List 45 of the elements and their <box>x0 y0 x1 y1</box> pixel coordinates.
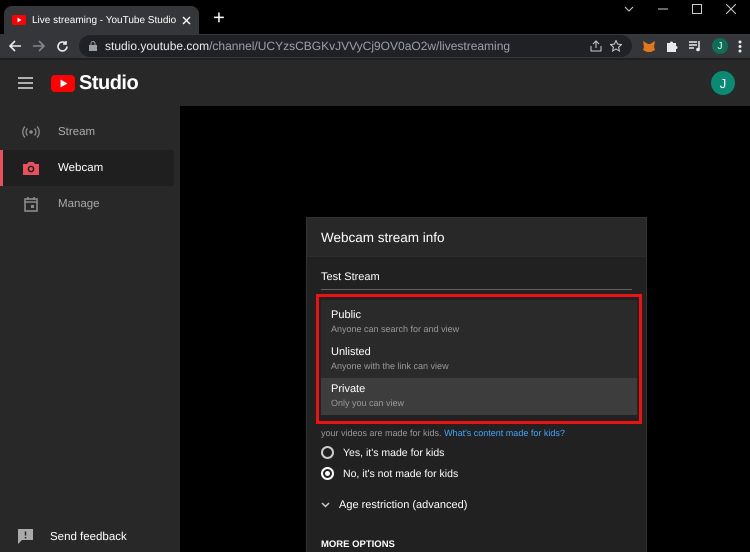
profile-avatar[interactable]: J <box>712 38 728 54</box>
sidebar-item[interactable]: Webcam <box>0 150 174 186</box>
kids-note-text: your videos are made for kids. What's content made for kids? <box>321 428 566 438</box>
back-arrow-icon[interactable] <box>8 40 22 52</box>
sidebar-item[interactable]: Manage <box>0 186 174 222</box>
more-options-heading: MORE OPTIONS <box>321 539 396 550</box>
browser-tab[interactable]: Live streaming - YouTube Studio <box>4 6 200 34</box>
camera-icon <box>23 161 39 175</box>
age-restriction-toggle[interactable]: Age restriction (advanced) <box>339 499 468 511</box>
radio-label[interactable]: Yes, it's made for kids <box>343 446 444 458</box>
visibility-option[interactable]: Public Anyone can search for and view <box>321 304 637 341</box>
address-bar[interactable]: studio.youtube.com/channel/UCYzsCBGKvJVVyCj9OV0aO2w/livestreaming <box>79 35 632 57</box>
visibility-option[interactable]: Private Only you can view <box>321 378 637 415</box>
dialog-title: Webcam stream info <box>321 230 445 244</box>
send-feedback-link[interactable]: Send feedback <box>50 530 127 542</box>
chevron-icon[interactable] <box>321 502 330 508</box>
close-icon[interactable] <box>726 4 736 14</box>
lock-icon <box>89 41 97 51</box>
fox-icon[interactable] <box>642 40 656 52</box>
calendar-icon <box>24 196 38 212</box>
kids-content-link[interactable]: What's content made for kids? <box>444 428 565 438</box>
chevron-down-icon[interactable] <box>624 4 634 14</box>
title-field[interactable]: Test Stream <box>321 267 632 290</box>
maximize-icon[interactable] <box>692 4 702 14</box>
sidebar-item[interactable]: Stream <box>0 114 174 150</box>
menu-icon[interactable] <box>18 77 33 89</box>
forward-arrow-icon[interactable] <box>32 40 46 52</box>
logo-text: Studio <box>79 72 138 94</box>
playlist-icon[interactable] <box>689 40 702 52</box>
feedback-icon[interactable] <box>18 529 33 544</box>
new-tab-button[interactable]: + <box>213 8 225 28</box>
more-vertical-icon[interactable] <box>738 40 742 52</box>
tab-title: Live streaming - YouTube Studio <box>32 14 176 26</box>
play-logo-icon <box>12 15 26 25</box>
puzzle-icon[interactable] <box>666 40 679 52</box>
reload-icon[interactable] <box>56 40 69 52</box>
url-text: studio.youtube.com/channel/UCYzsCBGKvJVVyCj9OV0aO2w/livestreaming <box>105 39 512 53</box>
radio-button[interactable] <box>321 446 334 459</box>
radio-label[interactable]: No, it's not made for kids <box>343 468 458 480</box>
visibility-option[interactable]: Unlisted Anyone with the link can view <box>321 341 637 378</box>
broadcast-icon <box>22 126 40 138</box>
account-avatar[interactable]: J <box>711 71 735 95</box>
play-logo-icon <box>51 74 75 92</box>
star-icon[interactable] <box>610 40 622 52</box>
share-icon[interactable] <box>590 40 602 52</box>
